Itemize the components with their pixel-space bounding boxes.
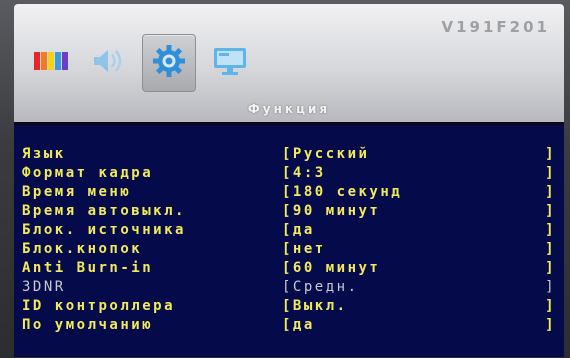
menu-item-anti-burn-in[interactable]: Anti Burn-in [60 минут ]	[22, 259, 558, 278]
menu-item-bracket: ]	[545, 260, 556, 276]
menu-item-language[interactable]: Язык [Русский ]	[22, 145, 558, 164]
menu-item-auto-off[interactable]: Время автовыкл. [90 минут ]	[22, 202, 558, 221]
menu-item-bracket: ]	[545, 203, 556, 219]
menu-item-label: Время меню	[22, 184, 132, 200]
menu-item-menu-timeout[interactable]: Время меню [180 секунд ]	[22, 183, 558, 202]
tab-picture[interactable]	[30, 41, 74, 85]
menu-item-bracket: ]	[545, 317, 556, 333]
menu-item-value: [4:3	[282, 165, 326, 181]
gear-icon	[151, 43, 187, 83]
menu-item-bracket: ]	[545, 184, 556, 200]
menu-item-value: [Средн.	[282, 279, 359, 295]
menu-item-value: [Выкл.	[282, 298, 348, 314]
menu-item-controller-id[interactable]: ID контроллера [Выкл. ]	[22, 297, 558, 316]
tab-audio[interactable]	[86, 41, 130, 85]
tab-function[interactable]	[142, 34, 196, 92]
menu-item-bracket: ]	[545, 165, 556, 181]
menu-item-label: Anti Burn-in	[22, 260, 154, 276]
menu-item-bracket: ]	[545, 222, 556, 238]
menu-item-value: [да	[282, 317, 315, 333]
menu-item-aspect-ratio[interactable]: Формат кадра [4:3 ]	[22, 164, 558, 183]
menu-item-label: Формат кадра	[22, 165, 154, 181]
menu-item-source-lock[interactable]: Блок. источника [да ]	[22, 221, 558, 240]
menu-item-key-lock[interactable]: Блок.кнопок [нет ]	[22, 240, 558, 259]
menu-item-3dnr[interactable]: 3DNR [Средн. ]	[22, 278, 558, 297]
color-bars-icon	[32, 48, 72, 78]
menu-panel: Язык [Русский ] Формат кадра [4:3 ] Врем…	[14, 122, 564, 357]
menu-item-value: [да	[282, 222, 315, 238]
menu-item-value: [60 минут	[282, 260, 381, 276]
audio-icon	[88, 46, 128, 80]
category-tabs	[30, 34, 252, 92]
menu-item-label: ID контроллера	[22, 298, 176, 314]
menu-item-label: По умолчанию	[22, 317, 154, 333]
menu-item-label: Блок. источника	[22, 222, 186, 238]
monitor-icon	[210, 45, 250, 81]
menu-item-value: [Русский	[282, 146, 370, 162]
menu-item-bracket: ]	[545, 298, 556, 314]
menu-list: Язык [Русский ] Формат кадра [4:3 ] Врем…	[22, 145, 558, 335]
section-title: Функция	[247, 102, 331, 116]
menu-item-bracket: ]	[545, 241, 556, 257]
menu-item-value: [нет	[282, 241, 326, 257]
menu-item-label: Время автовыкл.	[22, 203, 186, 219]
menu-item-bracket: ]	[545, 279, 556, 295]
osd-header: V191F201 Функция	[14, 4, 564, 122]
model-number: V191F201	[441, 18, 550, 36]
menu-item-value: [90 минут	[282, 203, 381, 219]
menu-item-label: Язык	[22, 146, 66, 162]
osd-menu: V191F201 Функция Язык [Русский] Формат …	[14, 4, 564, 357]
menu-item-label: Блок.кнопок	[22, 241, 143, 257]
menu-item-default[interactable]: По умолчанию [да ]	[22, 316, 558, 335]
menu-item-bracket: ]	[545, 146, 556, 162]
menu-item-label: 3DNR	[22, 279, 66, 295]
menu-item-value: [180 секунд	[282, 184, 403, 200]
tab-display[interactable]	[208, 41, 252, 85]
